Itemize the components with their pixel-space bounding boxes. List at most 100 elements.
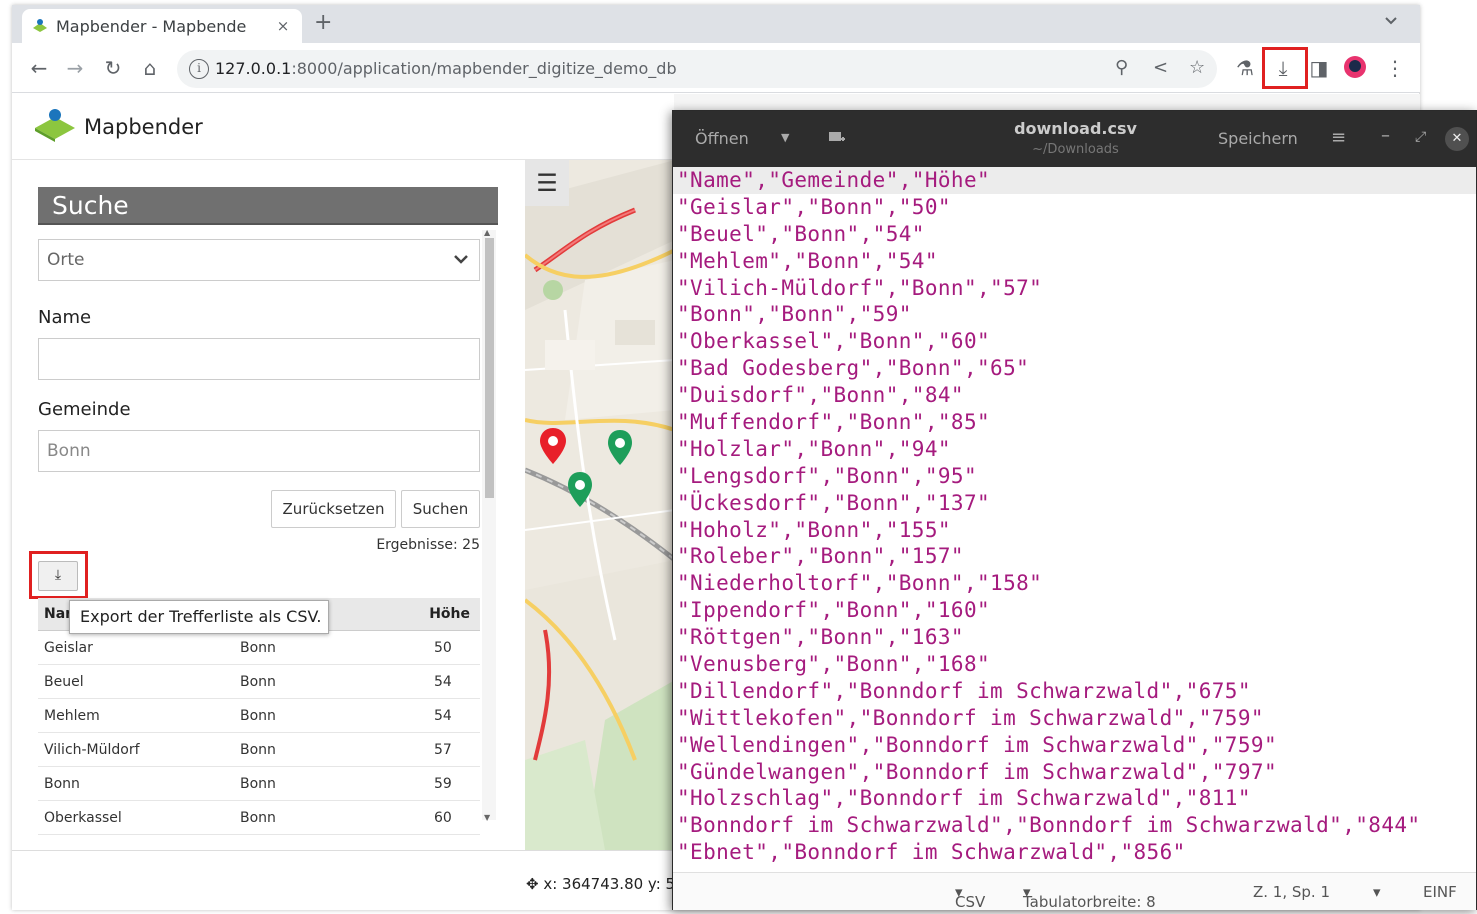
crosshair-icon: ✥ (526, 875, 544, 893)
tab-strip: Mapbender - Mapbende × + (12, 5, 1420, 43)
close-icon[interactable]: ✕ (1445, 127, 1469, 151)
mapbender-favicon-icon (32, 18, 48, 34)
site-info-icon[interactable]: i (189, 59, 209, 79)
cell-gemeinde: Bonn (240, 674, 276, 690)
coordinates-text: x: 364743.80 y: 5 (543, 875, 676, 893)
home-icon[interactable]: ⌂ (137, 55, 163, 81)
csv-line: "Ebnet","Bonndorf im Schwarzwald","856" (677, 840, 1186, 865)
csv-line: "Ippendorf","Bonn","160" (677, 598, 991, 623)
new-document-icon[interactable] (827, 129, 847, 151)
csv-line: "Oberkassel","Bonn","60" (677, 329, 991, 354)
table-row[interactable]: Vilich-Müldorf Bonn 57 (38, 733, 480, 767)
cell-name: Bonn (44, 776, 80, 792)
app-header: Mapbender (12, 94, 674, 160)
map-menu-button[interactable]: ☰ (525, 160, 569, 206)
table-row[interactable]: Oberkassel Bonn 60 (38, 801, 480, 835)
search-sidebar: Suche Orte Name Gemeinde Bonn Zurücksetz… (12, 160, 525, 850)
cell-gemeinde: Bonn (240, 708, 276, 724)
cell-name: Beuel (44, 674, 84, 690)
tab-width-selector[interactable]: Tabulatorbreite: 8 ▾ (1023, 883, 1156, 911)
tab-close-icon[interactable]: × (274, 17, 292, 35)
editor-statusbar: CSV ▾ Tabulatorbreite: 8 ▾ Z. 1, Sp. 1 ▾… (673, 872, 1476, 911)
map-canvas[interactable] (525, 160, 675, 850)
csv-line: "Bad Godesberg","Bonn","65" (677, 356, 1030, 381)
labs-icon[interactable]: ⚗ (1232, 55, 1258, 81)
bookmark-star-icon[interactable]: ☆ (1189, 57, 1205, 78)
reset-button[interactable]: Zurücksetzen (271, 490, 396, 528)
results-count: Ergebnisse: 25 (376, 537, 480, 553)
scroll-down-icon[interactable]: ▼ (484, 813, 490, 822)
cell-gemeinde: Bonn (240, 810, 276, 826)
map-view[interactable]: ☰ (525, 160, 675, 850)
back-icon[interactable]: ← (26, 55, 52, 81)
downloads-highlight (1262, 47, 1308, 89)
hamburger-menu-icon[interactable]: ≡ (1331, 127, 1346, 148)
table-row[interactable]: Beuel Bonn 54 (38, 665, 480, 699)
language-selector[interactable]: CSV ▾ (955, 883, 985, 911)
cell-hoehe: 57 (434, 742, 452, 758)
url-text: 127.0.0.1:8000/application/mapbender_dig… (215, 59, 677, 78)
profile-avatar[interactable] (1342, 55, 1368, 81)
csv-line: "Bonn","Bonn","59" (677, 302, 912, 327)
cell-hoehe: 60 (434, 810, 452, 826)
csv-line: "Geislar","Bonn","50" (677, 194, 951, 219)
scrollbar-thumb[interactable] (485, 238, 494, 498)
cell-hoehe: 59 (434, 776, 452, 792)
side-panel-icon[interactable]: ◨ (1306, 55, 1332, 81)
share-icon[interactable]: < (1153, 57, 1168, 78)
editor-headerbar: Öffnen ▼ download.csv ~/Downloads Speich… (673, 111, 1476, 167)
reload-icon[interactable]: ↻ (100, 55, 126, 81)
open-button[interactable]: Öffnen (695, 129, 749, 148)
export-tooltip: Export der Trefferliste als CSV. (69, 600, 329, 634)
header-name[interactable]: Nar (44, 606, 72, 622)
csv-line: "Beuel","Bonn","54" (677, 221, 925, 246)
sidebar-scrollbar[interactable]: ▲ ▼ (482, 228, 496, 822)
csv-line: "Lengsdorf","Bonn","95" (677, 463, 977, 488)
position-chevron-icon[interactable]: ▾ (1373, 883, 1381, 901)
name-input[interactable] (38, 338, 480, 380)
table-row[interactable]: Mehlem Bonn 54 (38, 699, 480, 733)
csv-line: "Muffendorf","Bonn","85" (677, 410, 991, 435)
name-label: Name (38, 307, 92, 328)
forward-icon[interactable]: → (62, 55, 88, 81)
search-type-select[interactable]: Orte (38, 239, 480, 281)
zoom-icon[interactable]: ⚲ (1115, 57, 1128, 78)
cell-gemeinde: Bonn (240, 742, 276, 758)
gemeinde-input[interactable]: Bonn (38, 430, 480, 472)
insert-mode[interactable]: EINF (1423, 883, 1457, 901)
csv-line: "Name","Gemeinde","Höhe" (673, 167, 1476, 194)
csv-line: "Vilich-Müldorf","Bonn","57" (677, 275, 1043, 300)
address-bar[interactable]: i 127.0.0.1:8000/application/mapbender_d… (177, 50, 1217, 88)
editor-filepath: ~/Downloads (1032, 142, 1119, 157)
cell-name: Vilich-Müldorf (44, 742, 140, 758)
screenshot: Mapbender - Mapbende × + ← → ↻ ⌂ i 127.0… (0, 0, 1477, 914)
cell-gemeinde: Bonn (240, 640, 276, 656)
csv-line: "Ückesdorf","Bonn","137" (677, 490, 991, 515)
new-tab-button[interactable]: + (314, 12, 332, 34)
table-row[interactable]: Geislar Bonn 50 (38, 631, 480, 665)
table-row[interactable]: Bonn Bonn 59 (38, 767, 480, 801)
open-menu-chevron-icon[interactable]: ▼ (781, 131, 789, 144)
tab-search-icon[interactable] (1384, 15, 1398, 30)
app-footer: ✥ x: 364743.80 y: 5 (12, 850, 676, 910)
export-highlight (29, 551, 88, 599)
cell-name: Oberkassel (44, 810, 122, 826)
csv-line: "Duisdorf","Bonn","84" (677, 383, 964, 408)
csv-line: "Mehlem","Bonn","54" (677, 248, 938, 273)
search-button[interactable]: Suchen (401, 490, 480, 528)
csv-line: "Holzlar","Bonn","94" (677, 436, 951, 461)
maximize-icon[interactable]: ⤢ (1415, 129, 1426, 145)
csv-line: "Venusberg","Bonn","168" (677, 652, 991, 677)
browser-tab[interactable]: Mapbender - Mapbende × (22, 9, 302, 43)
browser-menu-icon[interactable]: ⋮ (1382, 55, 1408, 81)
minimize-icon[interactable]: – (1381, 125, 1390, 146)
editor-filename: download.csv (1014, 119, 1137, 138)
scroll-up-icon[interactable]: ▲ (484, 228, 490, 237)
cell-name: Mehlem (44, 708, 100, 724)
editor-text-area[interactable]: "Name","Gemeinde","Höhe" "Geislar","Bonn"… (673, 167, 1476, 871)
cursor-position[interactable]: Z. 1, Sp. 1 (1253, 883, 1330, 901)
browser-toolbar: ← → ↻ ⌂ i 127.0.0.1:8000/application/map… (12, 43, 1420, 93)
save-button[interactable]: Speichern (1218, 129, 1298, 148)
csv-line: "Wellendingen","Bonndorf im Schwarzwald"… (677, 732, 1277, 757)
header-hoehe[interactable]: Höhe (429, 606, 470, 622)
